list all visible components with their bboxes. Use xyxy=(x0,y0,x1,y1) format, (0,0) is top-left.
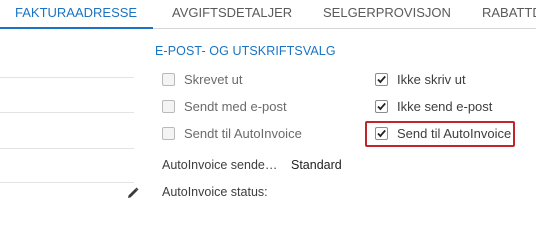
checkbox-box[interactable] xyxy=(162,73,175,86)
checkbox-box[interactable] xyxy=(162,100,175,113)
pencil-icon[interactable] xyxy=(127,186,139,198)
checkmark-icon[interactable] xyxy=(375,73,388,86)
autoinvoice-sende-label: AutoInvoice sende… xyxy=(162,158,278,172)
checkbox-label: Sendt med e-post xyxy=(184,99,287,114)
checkmark-icon[interactable] xyxy=(375,100,388,113)
checkbox-label: Ikke send e-post xyxy=(397,99,493,114)
checkbox-label: Sendt til AutoInvoice xyxy=(184,126,302,141)
autoinvoice-sende-value[interactable]: Standard xyxy=(291,158,342,172)
tab-selgerprovisjon[interactable]: SELGERPROVISJON xyxy=(323,0,451,28)
tab-bar: FAKTURAADRESSE AVGIFTSDETALJER SELGERPRO… xyxy=(0,0,536,29)
checkbox-box[interactable] xyxy=(162,127,175,140)
tab-rabattd[interactable]: RABATTD xyxy=(482,0,536,28)
highlight-box xyxy=(365,121,515,147)
field-divider xyxy=(0,77,134,78)
checkbox-label: Skrevet ut xyxy=(184,72,243,87)
field-divider xyxy=(0,112,134,113)
autoinvoice-status-label: AutoInvoice status: xyxy=(162,185,268,199)
section-title: E-POST- OG UTSKRIFTSVALG xyxy=(155,44,336,58)
field-divider xyxy=(0,182,134,183)
field-divider xyxy=(0,148,134,149)
tab-avgiftsdetaljer[interactable]: AVGIFTSDETALJER xyxy=(172,0,292,28)
checkbox-label: Ikke skriv ut xyxy=(397,72,466,87)
tab-fakturaadresse[interactable]: FAKTURAADRESSE xyxy=(0,0,154,29)
